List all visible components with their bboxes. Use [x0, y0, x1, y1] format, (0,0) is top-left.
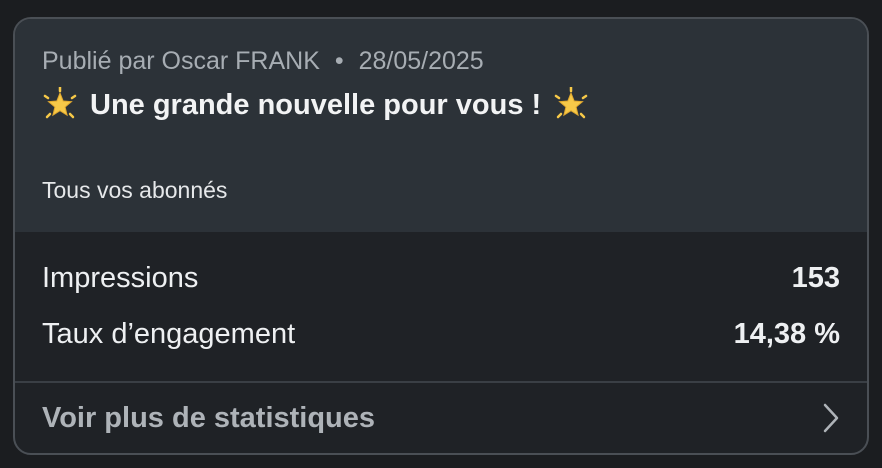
- glowing-star-icon: [43, 87, 77, 119]
- impressions-row: Impressions 153: [42, 258, 840, 298]
- post-title: Une grande nouvelle pour vous !: [42, 87, 589, 123]
- meta-separator: •: [334, 47, 344, 75]
- view-more-stats-label: Voir plus de statistiques: [42, 401, 376, 434]
- impressions-value: 153: [791, 261, 840, 294]
- post-stats-card: Publié par Oscar FRANK • 28/05/2025 Une …: [13, 17, 869, 455]
- engagement-row: Taux d’engagement 14,38 %: [42, 314, 840, 354]
- published-prefix: Publié par: [42, 47, 155, 75]
- impressions-label: Impressions: [42, 261, 199, 294]
- post-author: Oscar FRANK: [161, 47, 320, 75]
- post-audience: Tous vos abonnés: [42, 177, 228, 203]
- post-meta: Publié par Oscar FRANK • 28/05/2025: [42, 47, 484, 76]
- post-date: 28/05/2025: [358, 47, 484, 75]
- chevron-right-icon: [823, 403, 839, 433]
- glowing-star-icon: [554, 87, 588, 119]
- post-title-text: Une grande nouvelle pour vous !: [90, 88, 542, 121]
- post-header: Publié par Oscar FRANK • 28/05/2025 Une …: [15, 19, 867, 232]
- engagement-label: Taux d’engagement: [42, 317, 296, 350]
- engagement-value: 14,38 %: [733, 317, 840, 350]
- view-more-stats-button[interactable]: Voir plus de statistiques: [15, 383, 867, 453]
